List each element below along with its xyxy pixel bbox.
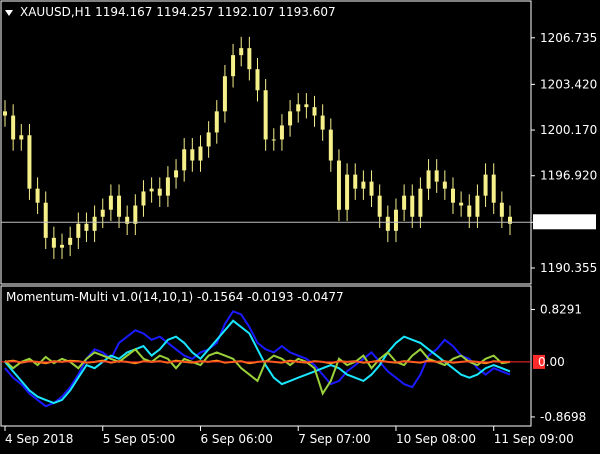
price-tick-label: 1190.355 — [540, 261, 597, 275]
candle-body — [182, 149, 187, 171]
zero-level-label: 0.00 — [538, 355, 565, 369]
candle-body — [68, 237, 73, 245]
candle-body — [60, 244, 65, 248]
candle-body — [43, 202, 48, 238]
candle-body — [239, 48, 244, 56]
candle-body — [222, 76, 227, 112]
candle-body — [231, 55, 236, 77]
candle-body — [418, 188, 423, 217]
candle-body — [157, 188, 162, 196]
oscillator-series — [4, 310, 511, 408]
candle-body — [214, 111, 219, 133]
candle-body — [450, 188, 455, 203]
candle-body — [190, 149, 195, 161]
candle-body — [174, 170, 179, 178]
candle-body — [141, 191, 146, 206]
time-tick-label: 5 Sep 05:00 — [103, 432, 175, 446]
chart-canvas[interactable]: 1206.735 1203.420 1200.170 1196.920 1190.355… — [0, 0, 600, 450]
oscillator-frame — [0, 285, 532, 427]
candle-body — [11, 115, 16, 140]
trading-chart-window[interactable]: 1206.735 1203.420 1200.170 1196.920 1190.355… — [0, 0, 600, 450]
candle-body — [320, 115, 325, 130]
candle-body — [296, 104, 301, 112]
candle-body — [467, 205, 472, 217]
candle-body — [19, 135, 24, 140]
candle-body — [271, 139, 276, 141]
oscillator-tick-label: -0.8698 — [540, 410, 586, 424]
candle-body — [84, 223, 89, 231]
time-tick-label: 10 Sep 08:00 — [396, 432, 476, 446]
candle-body — [117, 195, 122, 217]
candle-body — [393, 209, 398, 231]
header-triangle-icon — [5, 10, 13, 16]
candle-body — [247, 48, 252, 70]
price-tick-label: 1200.170 — [540, 123, 597, 137]
candle-body — [279, 125, 284, 140]
candle-body — [369, 181, 374, 196]
candle-body — [304, 104, 309, 108]
candle-body — [434, 170, 439, 182]
candle-body — [133, 205, 138, 224]
candle-body — [76, 223, 81, 238]
candle-body — [459, 202, 464, 206]
candle-body — [149, 188, 154, 192]
time-tick-label: 4 Sep 2018 — [5, 432, 73, 446]
candle-body — [328, 129, 333, 161]
current-price-label: 1193.607 — [538, 215, 595, 229]
time-tick-label: 6 Sep 06:00 — [200, 432, 272, 446]
candle-body — [108, 195, 113, 210]
candle-body — [35, 188, 40, 203]
price-tick-label: 1203.420 — [540, 77, 597, 91]
candle-body — [206, 132, 211, 147]
candle-body — [345, 174, 350, 210]
candle-body — [92, 216, 97, 231]
main-price-axis: 1206.735 1203.420 1200.170 1196.920 1190.355 — [531, 31, 597, 275]
candle-body — [255, 69, 260, 91]
candle-body — [336, 160, 341, 210]
candle-body — [475, 195, 480, 217]
candle-body — [312, 107, 317, 116]
oscillator-line — [4, 310, 511, 408]
candle-body — [263, 90, 268, 140]
candle-body — [27, 135, 32, 189]
main-chart-header: XAUUSD,H1 1194.167 1194.257 1192.107 119… — [20, 5, 336, 19]
candle-body — [288, 111, 293, 126]
candle-body — [100, 209, 105, 217]
candle-body — [410, 195, 415, 217]
candlestick-series — [3, 36, 512, 259]
time-tick-label: 7 Sep 07:00 — [298, 432, 370, 446]
price-tick-label: 1206.735 — [540, 31, 597, 45]
candle-body — [353, 174, 358, 189]
candle-body — [426, 170, 431, 189]
candle-body — [377, 195, 382, 217]
candle-body — [385, 216, 390, 231]
candle-body — [51, 237, 56, 248]
candle-body — [442, 181, 447, 189]
candle-body — [402, 195, 407, 210]
oscillator-header: Momentum-Multi v1.0(14,10,1) -0.1564 -0.… — [6, 290, 344, 304]
candle-body — [165, 177, 170, 196]
candle-body — [499, 202, 504, 217]
candle-body — [361, 181, 366, 189]
oscillator-tick-label: 0.8291 — [540, 302, 582, 316]
price-tick-label: 1196.920 — [540, 169, 597, 183]
time-tick-label: 11 Sep 09:00 — [494, 432, 574, 446]
candle-body — [483, 174, 488, 196]
candle-body — [198, 146, 203, 161]
candle-body — [491, 174, 496, 203]
candle-body — [3, 111, 7, 116]
time-axis: 4 Sep 2018 5 Sep 05:00 6 Sep 06:00 7 Sep 07… — [4, 426, 574, 446]
